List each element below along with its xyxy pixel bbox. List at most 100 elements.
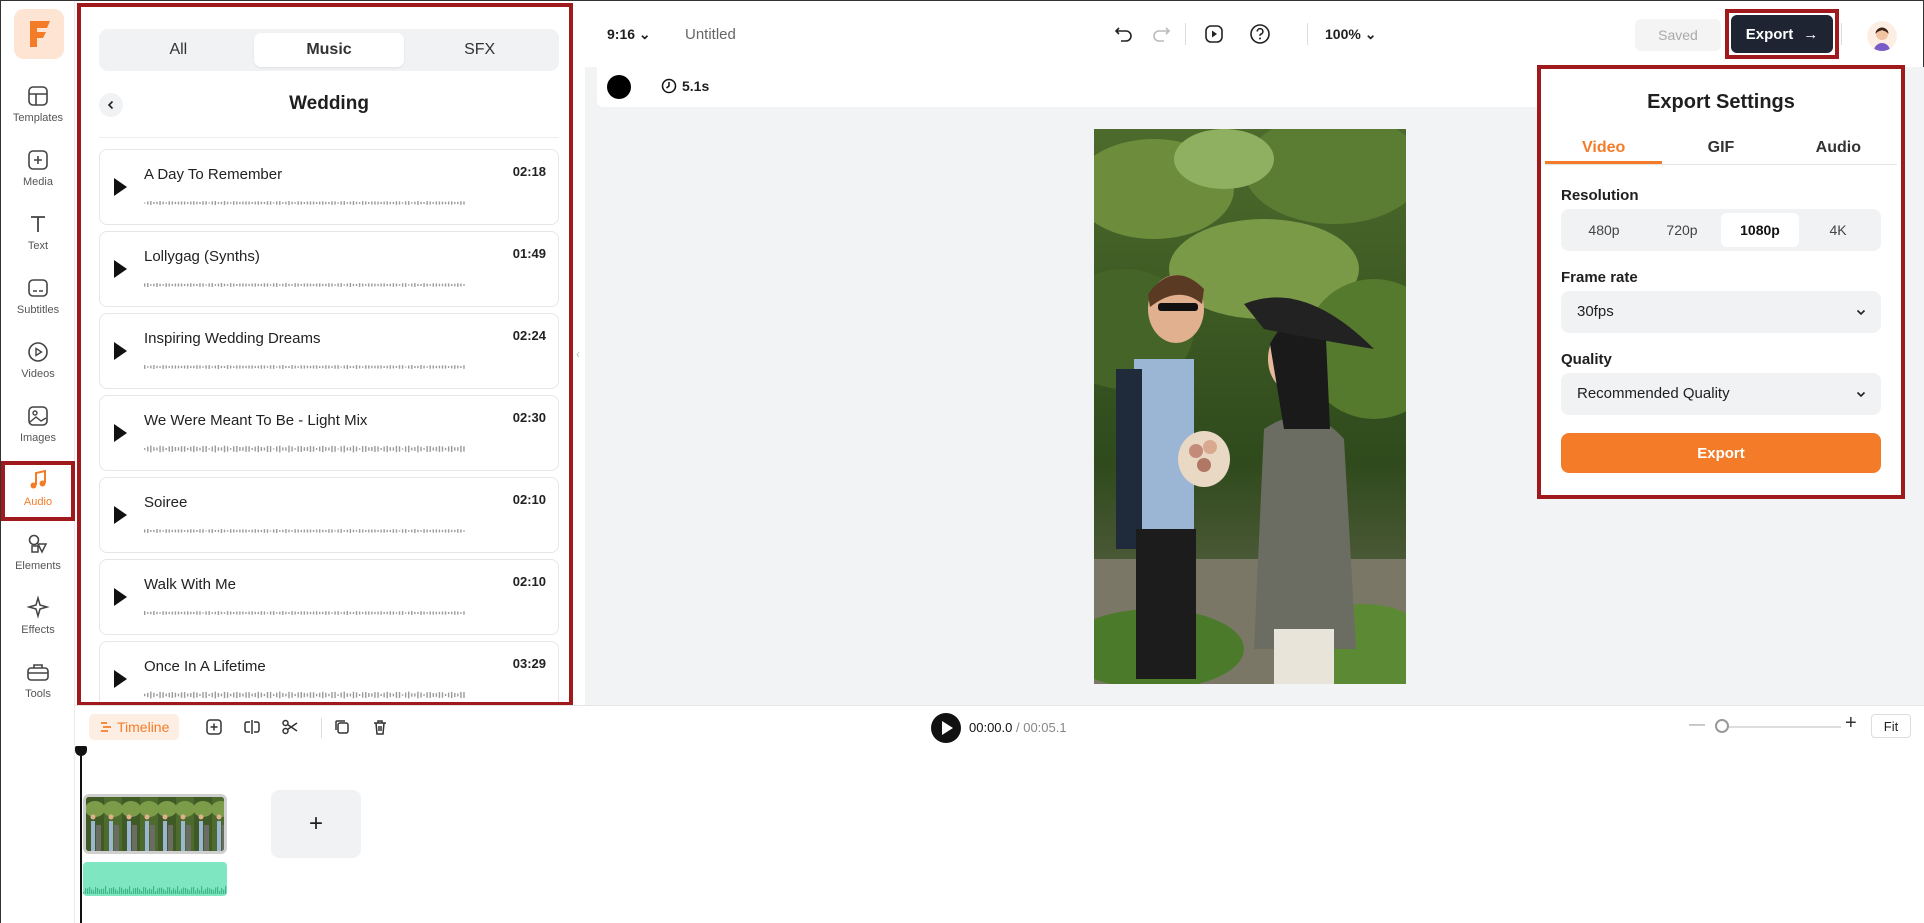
add-track-button[interactable] — [203, 716, 225, 738]
track-name: Soiree — [144, 494, 188, 511]
sidebar-item-images[interactable]: Images — [1, 397, 75, 457]
tab-audio[interactable]: Audio — [1780, 129, 1897, 164]
track-duration: 03:29 — [512, 656, 546, 671]
timeline-zoom-out[interactable]: — — [1689, 716, 1705, 734]
video-clip-thumbnails — [86, 797, 224, 851]
top-bar: 9:16 ⌄ Untitled 100% ⌄ Saved Export → — [585, 1, 1924, 67]
frame-rate-label: Frame rate — [1561, 269, 1638, 286]
track-duration: 02:30 — [512, 410, 546, 425]
play-icon[interactable] — [114, 260, 127, 278]
sidebar-item-subtitles[interactable]: Subtitles — [1, 269, 75, 329]
timeline-zoom-in[interactable]: + — [1845, 712, 1857, 735]
timeline-play-button[interactable] — [931, 713, 961, 743]
video-clip[interactable] — [83, 794, 227, 854]
aspect-ratio-value: 9:16 — [607, 26, 636, 42]
resolution-option-1080p[interactable]: 1080p — [1721, 213, 1799, 247]
avatar[interactable] — [1867, 21, 1897, 51]
tab-music[interactable]: Music — [253, 33, 405, 67]
track-waveform — [144, 283, 465, 287]
track-item[interactable]: Inspiring Wedding Dreams 02:24 — [99, 313, 559, 389]
help-button[interactable] — [1247, 21, 1273, 47]
track-waveform — [144, 365, 465, 369]
video-preview[interactable] — [1094, 129, 1406, 684]
videos-icon — [25, 339, 51, 365]
sidebar-item-text[interactable]: Text — [1, 205, 75, 265]
timeline-label: Timeline — [117, 719, 170, 735]
project-title[interactable]: Untitled — [685, 26, 736, 43]
sidebar-item-label: Elements — [15, 560, 61, 572]
sidebar-item-media[interactable]: Media — [1, 141, 75, 201]
aspect-ratio-selector[interactable]: 9:16 ⌄ — [607, 26, 651, 43]
track-item[interactable]: Walk With Me 02:10 — [99, 559, 559, 635]
play-icon[interactable] — [114, 178, 127, 196]
export-confirm-button[interactable]: Export — [1561, 433, 1881, 473]
chevron-down-icon: ⌄ — [1364, 26, 1377, 42]
sidebar-item-tools[interactable]: Tools — [1, 653, 75, 713]
track-item[interactable]: A Day To Remember 02:18 — [99, 149, 559, 225]
frame-rate-select[interactable]: 30fps — [1561, 291, 1881, 333]
track-item[interactable]: Once In A Lifetime 03:29 — [99, 641, 559, 702]
sidebar-item-videos[interactable]: Videos — [1, 333, 75, 393]
play-icon[interactable] — [114, 670, 127, 688]
resolution-option-720p[interactable]: 720p — [1643, 213, 1721, 247]
sidebar-item-templates[interactable]: Templates — [1, 77, 75, 137]
redo-icon — [1153, 27, 1171, 42]
sidebar-item-label: Tools — [25, 688, 51, 700]
audio-clip[interactable] — [83, 862, 227, 896]
audio-category-tabs: All Music SFX — [99, 29, 559, 71]
tab-video[interactable]: Video — [1545, 129, 1663, 164]
export-button[interactable]: Export → — [1731, 15, 1833, 53]
quality-select[interactable]: Recommended Quality — [1561, 373, 1881, 415]
sidebar-item-audio[interactable]: Audio — [1, 461, 75, 521]
play-icon[interactable] — [114, 342, 127, 360]
play-icon[interactable] — [114, 588, 127, 606]
track-item[interactable]: We Were Meant To Be - Light Mix 02:30 — [99, 395, 559, 471]
chevron-down-icon — [1856, 309, 1866, 316]
preview-play-icon — [1205, 25, 1223, 43]
tab-sfx[interactable]: SFX — [404, 33, 555, 67]
split-icon — [244, 720, 260, 734]
quality-value: Recommended Quality — [1577, 385, 1730, 402]
playback-time: 00:00.0 / 00:05.1 — [969, 720, 1067, 735]
delete-button[interactable] — [369, 716, 391, 738]
back-button[interactable] — [99, 93, 123, 117]
track-waveform — [144, 611, 465, 615]
track-name: A Day To Remember — [144, 166, 283, 183]
duplicate-button[interactable] — [331, 716, 353, 738]
track-waveform — [144, 529, 465, 533]
timeline-toggle[interactable]: Timeline — [89, 714, 180, 740]
track-item[interactable]: Lollygag (Synths) 01:49 — [99, 231, 559, 307]
add-clip-button[interactable]: + — [271, 790, 361, 858]
tab-all[interactable]: All — [103, 33, 254, 67]
tab-gif[interactable]: GIF — [1662, 129, 1779, 164]
duration-control[interactable]: 5.1s — [661, 78, 709, 94]
images-icon — [25, 403, 51, 429]
resolution-option-480p[interactable]: 480p — [1565, 213, 1643, 247]
cut-button[interactable] — [279, 716, 301, 738]
zoom-selector[interactable]: 100% ⌄ — [1325, 26, 1376, 43]
sidebar-item-effects[interactable]: Effects — [1, 589, 75, 649]
track-duration: 02:18 — [512, 164, 546, 179]
resolution-option-4k[interactable]: 4K — [1799, 213, 1877, 247]
export-button-highlight: Export → — [1725, 9, 1839, 59]
timeline-zoom-slider[interactable] — [1721, 726, 1841, 728]
preview-button[interactable] — [1201, 21, 1227, 47]
background-color-swatch[interactable] — [607, 75, 631, 99]
collapse-panel-handle[interactable]: ‹ — [573, 336, 583, 372]
sidebar-item-elements[interactable]: Elements — [1, 525, 75, 585]
redo-button[interactable] — [1148, 21, 1174, 47]
panel-divider — [99, 137, 559, 138]
undo-button[interactable] — [1111, 21, 1137, 47]
playhead[interactable] — [75, 746, 87, 923]
timeline-zoom-knob[interactable] — [1715, 719, 1729, 733]
timeline-panel: Timeline 00:00.0 / 00:05.1 — + Fit + — [75, 705, 1924, 923]
fit-button[interactable]: Fit — [1871, 714, 1911, 738]
track-item[interactable]: Soiree 02:10 — [99, 477, 559, 553]
toolbar-separator — [1185, 23, 1186, 45]
app-logo[interactable] — [14, 9, 64, 59]
play-icon[interactable] — [114, 424, 127, 442]
sidebar-item-label: Videos — [21, 368, 55, 380]
trash-icon — [374, 720, 386, 735]
split-button[interactable] — [241, 716, 263, 738]
play-icon[interactable] — [114, 506, 127, 524]
